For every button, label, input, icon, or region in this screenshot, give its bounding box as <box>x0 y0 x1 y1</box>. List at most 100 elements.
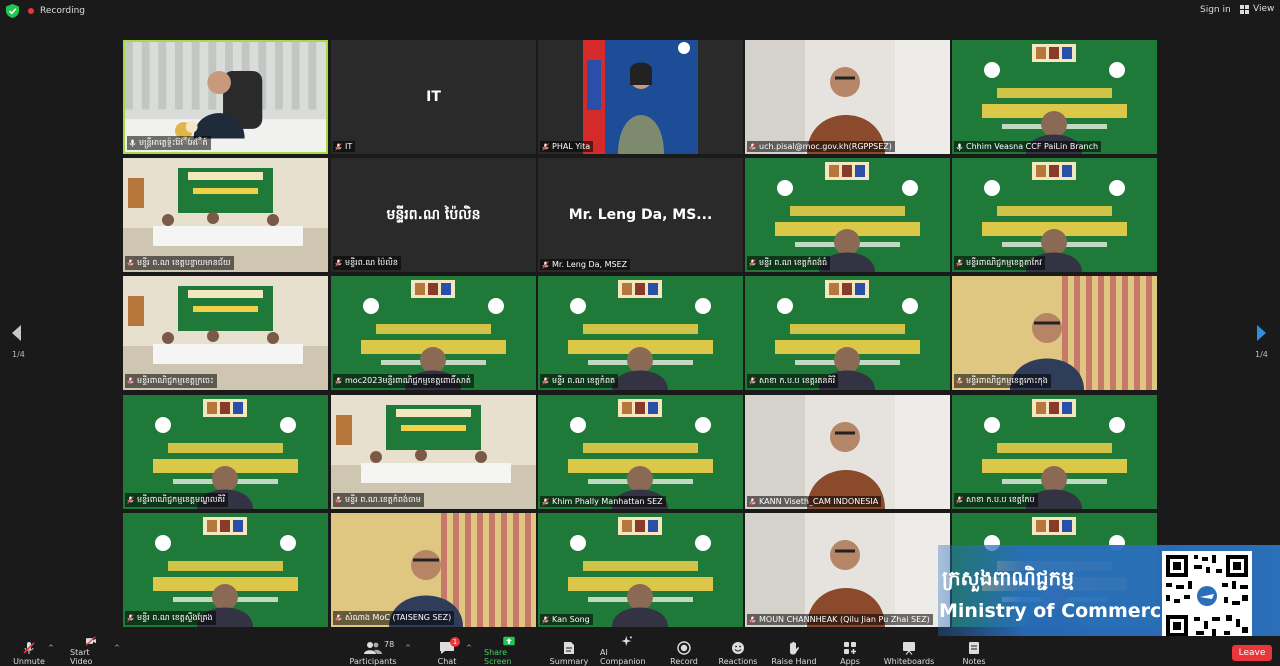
participant-name: មន្ទីរពាណិជ្ជកម្មខេត្តតាកែវ <box>966 258 1042 267</box>
leave-button[interactable]: Leave <box>1232 645 1272 661</box>
participant-tile[interactable]: Kan Song <box>538 513 743 627</box>
participant-tile[interactable]: KANN Viseth_CAM INDONESIA <box>745 395 950 509</box>
participant-tile[interactable]: មន្ទីរពាណិជ្ជកម្មខេត្តកោះកុង <box>952 276 1157 390</box>
banner-khmer-title: ក្រសួងពាណិជ្ជកម្ម <box>942 566 1074 590</box>
participant-name: PHAL Yita <box>552 142 591 151</box>
participant-name: មន្ទីរពាណិជ្ជកម្មខេត្តមណ្ឌលគិរី <box>137 495 226 504</box>
view-label: View <box>1253 4 1275 14</box>
video-feed <box>331 513 536 627</box>
participant-tile[interactable]: មន្ទីរ ព.ណ.ខេត្តកំពង់ចាម <box>331 395 536 509</box>
participant-tile[interactable]: មន្ទីរពាណិជ្ជកម្មខេត្តក្រចេះ <box>123 276 328 390</box>
participant-name-tag: Chhim Veasna CCF PaiLin Branch <box>954 141 1102 152</box>
page-indicator-right: 1/4 <box>1255 350 1268 359</box>
participant-tile[interactable]: សំណាង MoC (TAISENG SEZ) <box>331 513 536 627</box>
microphone-muted-icon <box>542 260 549 269</box>
participant-tile[interactable]: មន្ទីរពាណិជ្ជកម្មខេត្តតាកែវ <box>952 158 1157 272</box>
video-feed <box>538 513 743 627</box>
participants-options-caret-icon[interactable]: ^ <box>405 644 411 652</box>
microphone-muted-icon <box>749 377 756 385</box>
chat-label: Chat <box>437 657 457 666</box>
video-options-caret-icon[interactable]: ^ <box>114 644 120 652</box>
microphone-muted-icon <box>127 496 134 504</box>
record-button[interactable]: Record <box>668 636 700 666</box>
start-video-button[interactable]: Start Video <box>70 636 112 666</box>
participant-tile[interactable]: មន្ទីរ ព.ណ ខេត្តស្ទឹងត្រែង <box>123 513 328 627</box>
share-screen-button[interactable]: Share Screen <box>484 636 534 666</box>
previous-page-icon[interactable] <box>10 324 22 342</box>
video-feed <box>745 513 950 627</box>
participant-tile[interactable]: មន្ទីរ ព.ណ ខេត្តកំពត <box>538 276 743 390</box>
banner-english-title: Ministry of Commerce <box>939 600 1175 622</box>
participant-name-tag: មន្ទីរ ព.ណ ខេត្តកំពង់ធំ <box>747 256 831 270</box>
microphone-muted-icon <box>542 377 549 385</box>
microphone-muted-icon <box>749 615 756 624</box>
sign-in-link[interactable]: Sign in <box>1200 5 1231 15</box>
qr-code-image <box>1162 551 1252 641</box>
apps-label: Apps <box>840 657 860 666</box>
notes-button[interactable]: Notes <box>960 636 988 666</box>
next-page-icon[interactable] <box>1256 324 1268 342</box>
participant-tile[interactable]: PHAL Yita <box>538 40 743 154</box>
apps-icon <box>844 642 856 654</box>
participant-tile[interactable]: uch.pisal@moc.gov.kh(RGPPSEZ) <box>745 40 950 154</box>
participant-name-tag: មន្ទីរ ព.ណ ខេត្តបន្ទាយមានជ័យ <box>125 256 234 270</box>
recording-label: Recording <box>40 6 86 16</box>
unmute-button[interactable]: Unmute <box>12 636 46 666</box>
participant-tile[interactable]: Mr. Leng Da, MS... Mr. Leng Da, MSEZ <box>538 158 743 272</box>
participant-name-tag: PHAL Yita <box>540 141 594 152</box>
microphone-icon <box>956 143 963 151</box>
participant-tile[interactable]: សាខា ក.ប.ប ខេត្តរតនគិរី <box>745 276 950 390</box>
participant-tile[interactable]: IT IT <box>331 40 536 154</box>
audio-options-caret-icon[interactable]: ^ <box>48 644 54 652</box>
participant-name: Kan Song <box>552 615 590 624</box>
participant-name-tag: moc2023មន្ទីរពាណិជ្ជកម្មខេត្តពោធិ៍សាត់ <box>333 374 474 388</box>
participant-tile[interactable]: មន្ទីរព.ណ ប៉ៃលិន មន្ទីរព.ណ ប៉ៃលិន <box>331 158 536 272</box>
participant-name: KANN Viseth_CAM INDONESIA <box>759 497 879 506</box>
participant-tile[interactable]: moc2023មន្ទីរពាណិជ្ជកម្មខេត្តពោធិ៍សាត់ <box>331 276 536 390</box>
microphone-muted-icon <box>335 496 342 504</box>
ai-sparkle-icon <box>621 636 632 646</box>
apps-button[interactable]: Apps <box>836 636 864 666</box>
participant-tile[interactable]: Chhim Veasna CCF PaiLin Branch <box>952 40 1157 154</box>
video-feed <box>123 276 328 390</box>
participant-name-tag: មន្ទីរ ព.ណ.ខេត្តកំពង់ចាម <box>333 493 424 507</box>
participant-tile[interactable]: មន្ត្រីអាត្លេទ្ញ៉ះរ៉ែ៊ែីអែ៊ែិត៍ <box>123 40 328 154</box>
participant-tile[interactable]: Khim Phally Manhattan SEZ <box>538 395 743 509</box>
video-feed <box>745 40 950 154</box>
participant-tile[interactable]: សាខា ក.ប.ប ខេត្តកែប <box>952 395 1157 509</box>
participant-name-tag: មន្ទីរ ព.ណ ខេត្តកំពត <box>540 374 619 388</box>
ai-companion-label: AI Companion <box>600 648 646 666</box>
participant-name-tag: មន្ទីរពាណិជ្ជកម្មខេត្តកោះកុង <box>954 374 1051 388</box>
participant-name-tag: MOUN CHANNHEAK (Qilu Jian Pu Zhai SEZ) <box>747 614 933 625</box>
participant-tile[interactable]: មន្ទីរពាណិជ្ជកម្មខេត្តមណ្ឌលគិរី <box>123 395 328 509</box>
ai-companion-button[interactable]: AI Companion <box>600 636 654 666</box>
recording-indicator[interactable]: Recording <box>28 4 85 18</box>
grid-view-icon <box>1240 4 1249 14</box>
record-icon <box>677 641 691 655</box>
video-grid: មន្ត្រីអាត្លេទ្ញ៉ះរ៉ែ៊ែីអែ៊ែិត៍ IT IT PHAL … <box>123 40 1157 628</box>
raise-hand-button[interactable]: Raise Hand <box>771 636 817 666</box>
participant-name: សាខា ក.ប.ប ខេត្តរតនគិរី <box>759 376 836 385</box>
participant-name-tag: សាខា ក.ប.ប ខេត្តរតនគិរី <box>747 374 839 388</box>
summary-button[interactable]: Summary <box>550 636 588 666</box>
shield-icon <box>6 4 19 18</box>
top-bar: Recording Sign in View <box>0 0 1280 22</box>
chat-unread-badge: 1 <box>450 637 460 647</box>
view-button[interactable]: View <box>1240 4 1274 14</box>
participant-tile[interactable]: មន្ទីរ ព.ណ ខេត្តកំពង់ធំ <box>745 158 950 272</box>
chat-options-caret-icon[interactable]: ^ <box>466 644 472 652</box>
participant-tile[interactable]: MOUN CHANNHEAK (Qilu Jian Pu Zhai SEZ) <box>745 513 950 627</box>
share-screen-label: Share Screen <box>484 648 512 666</box>
reactions-button[interactable]: Reactions <box>717 636 759 666</box>
microphone-muted-icon <box>335 377 342 385</box>
participant-name: សាខា ក.ប.ប ខេត្តកែប <box>966 495 1035 504</box>
whiteboards-button[interactable]: Whiteboards <box>884 636 934 666</box>
participant-display-name: មន្ទីរព.ណ ប៉ៃលិន <box>386 206 481 223</box>
start-video-label: Start Video <box>70 648 93 666</box>
raise-hand-icon <box>790 641 800 655</box>
video-feed <box>123 513 328 627</box>
record-label: Record <box>670 657 698 666</box>
participant-tile[interactable]: មន្ទីរ ព.ណ ខេត្តបន្ទាយមានជ័យ <box>123 158 328 272</box>
share-screen-icon <box>503 636 515 646</box>
participant-name: MOUN CHANNHEAK (Qilu Jian Pu Zhai SEZ) <box>759 615 930 624</box>
